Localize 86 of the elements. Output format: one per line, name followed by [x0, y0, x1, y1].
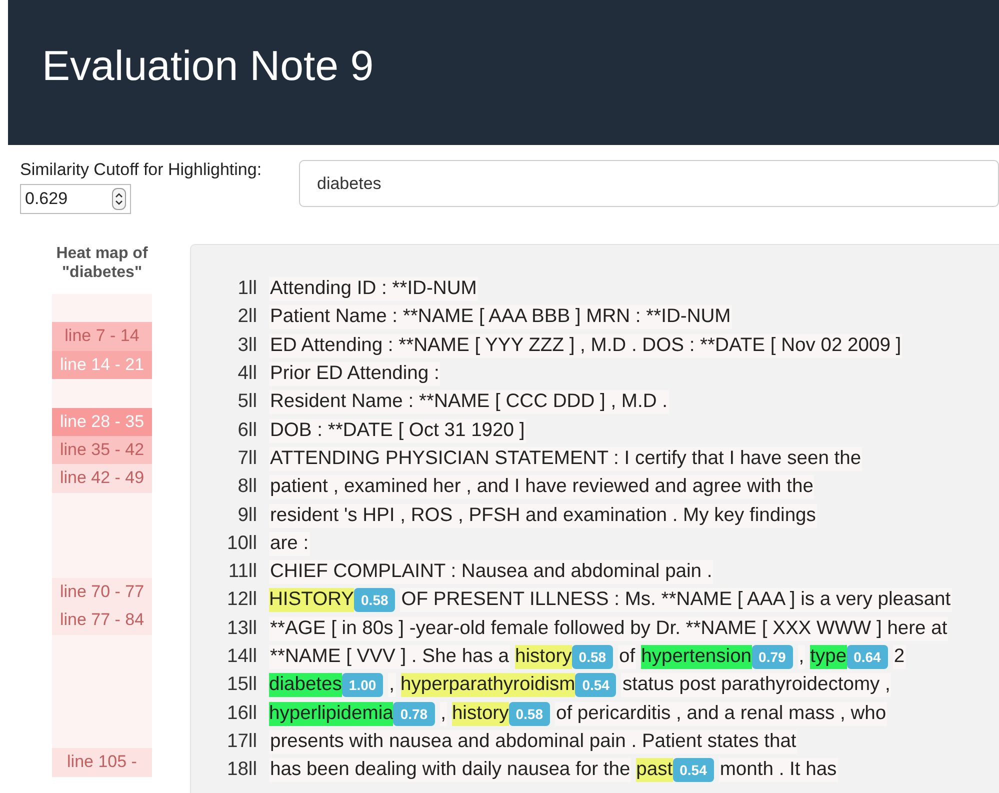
highlighted-term: hypertension [641, 645, 752, 669]
line-number: 4ll [236, 363, 258, 386]
line-number: 11ll [227, 561, 258, 584]
line-number: 16ll [226, 702, 258, 725]
note-text: patient , examined her , and I have reviewed and agree with the [269, 475, 814, 500]
segment-label: line 35 - 42 [60, 438, 144, 461]
line-number: 7ll [236, 448, 258, 470]
segment-label: line 28 - 35 [60, 410, 144, 433]
note-text: ED Attending : **NAME [ YYY ZZZ ] , M.D . DOS : **DATE [ Nov 02 2009 ] [269, 334, 902, 358]
heatmap-segment[interactable] [52, 720, 152, 748]
note-text: presents with nausea and abdominal pain . Patient states that [269, 730, 798, 754]
heatmap-segment[interactable]: line 7 - 14 [52, 322, 152, 351]
segment-label: line 7 - 14 [64, 325, 140, 348]
highlighted-term: HISTORY [269, 588, 354, 612]
note-text: **AGE [ in 80s ] -year-old female followed by Dr. **NAME [ XXX WWW ] here at [269, 616, 948, 641]
highlighted-term: type [810, 645, 847, 669]
highlighted-term: hyperparathyroidism [400, 673, 576, 698]
heatmap-segment[interactable] [52, 492, 152, 522]
note-text: of [618, 645, 636, 669]
note-text: **NAME [ VVV ] . She has a [269, 645, 510, 669]
score-badge: 0.58 [572, 645, 614, 669]
score-badge: 0.79 [752, 645, 793, 669]
heatmap-segment[interactable]: line 105 - [52, 748, 152, 777]
heatmap-segment[interactable]: line 42 - 49 [52, 464, 152, 493]
line-number: 17ll [226, 730, 258, 753]
score-badge: 0.58 [354, 588, 396, 612]
note-text: , [440, 702, 447, 726]
spinner-icon[interactable] [112, 188, 126, 210]
note-text: of pericarditis , and a renal mass , who [554, 702, 888, 726]
score-badge: 0.54 [672, 758, 714, 782]
note-text: status post parathyroidectomy , [621, 673, 892, 698]
line-number: 10ll [226, 532, 258, 555]
heatmap-segment[interactable]: line 28 - 35 [52, 408, 152, 436]
note-text: Prior ED Attending : [269, 362, 440, 386]
segment-label: line 105 - [67, 751, 137, 774]
line-number: 12ll [226, 589, 258, 612]
note-text: ATTENDING PHYSICIAN STATEMENT : I certify that I have seen the [269, 446, 862, 471]
score-badge: 1.00 [342, 673, 384, 698]
line-number: 5ll [236, 391, 258, 414]
note-text: 2 [892, 645, 906, 669]
score-badge: 0.58 [508, 702, 550, 726]
highlighted-term: hyperlipidemia [269, 702, 394, 726]
note-text: has been dealing with daily nausea for the [269, 758, 632, 782]
heatmap-title: Heat map of "diabetes" [55, 244, 149, 282]
heatmap-segment[interactable]: line 14 - 21 [52, 350, 152, 380]
line-number: 2ll [236, 306, 258, 328]
line-number: 9ll [236, 504, 258, 527]
note-text: Resident Name : **NAME [ CCC DDD ] , M.D . [269, 390, 668, 414]
note-text: DOB : **DATE [ Oct 31 1920 ] [269, 418, 526, 443]
number-field[interactable]: 0.629 [20, 184, 131, 214]
segment-label: line 42 - 49 [60, 467, 144, 490]
line-number: 3ll [236, 334, 258, 357]
note-text: CHIEF COMPLAINT : Nausea and abdominal pain . [269, 560, 714, 584]
heatmap-segment[interactable]: line 70 - 77 [52, 578, 152, 606]
line-number: 8ll [236, 476, 258, 498]
note-text: OF PRESENT ILLNESS : Ms. **NAME [ AAA ] is a very pleasant [400, 588, 952, 612]
line-number: 15ll [226, 674, 258, 696]
highlighted-term: past [636, 758, 673, 782]
note-text: month . It has [718, 758, 838, 782]
highlighted-term: history [452, 702, 509, 726]
note-text: Patient Name : **NAME [ AAA BBB ] MRN : **ID-NUM [269, 305, 732, 330]
page-title: Evaluation Note 9 [42, 41, 374, 91]
score-badge: 0.64 [846, 645, 888, 669]
note-text: , [798, 645, 806, 669]
heatmap-segment[interactable] [52, 379, 152, 408]
highlighted-term: diabetes [269, 673, 342, 698]
segment-label: line 14 - 21 [60, 354, 144, 376]
heatmap-segment[interactable]: line 77 - 84 [52, 606, 152, 635]
score-badge: 0.54 [575, 673, 616, 698]
line-number: 14ll [226, 646, 258, 668]
cutoff-label: Similarity Cutoff for Highlighting: [20, 160, 262, 180]
segment-label: line 70 - 77 [60, 580, 144, 603]
line-number: 6ll [236, 420, 258, 442]
score-badge: 0.78 [393, 702, 435, 726]
line-number: 18ll [226, 759, 258, 782]
heatmap-segment[interactable]: line 35 - 42 [52, 436, 152, 464]
note-text: Attending ID : **ID-NUM [269, 277, 478, 302]
line-number: 13ll [226, 618, 258, 640]
search-field[interactable]: diabetes [299, 160, 999, 207]
note-text: resident 's HPI , ROS , PFSH and examination . My key findings [269, 504, 817, 528]
highlighted-term: history [514, 645, 572, 669]
note-text: , [388, 673, 396, 698]
line-number: 1ll [236, 278, 258, 300]
heatmap-segment[interactable] [52, 294, 152, 322]
segment-label: line 77 - 84 [60, 609, 144, 632]
note-text: are : [269, 532, 310, 556]
